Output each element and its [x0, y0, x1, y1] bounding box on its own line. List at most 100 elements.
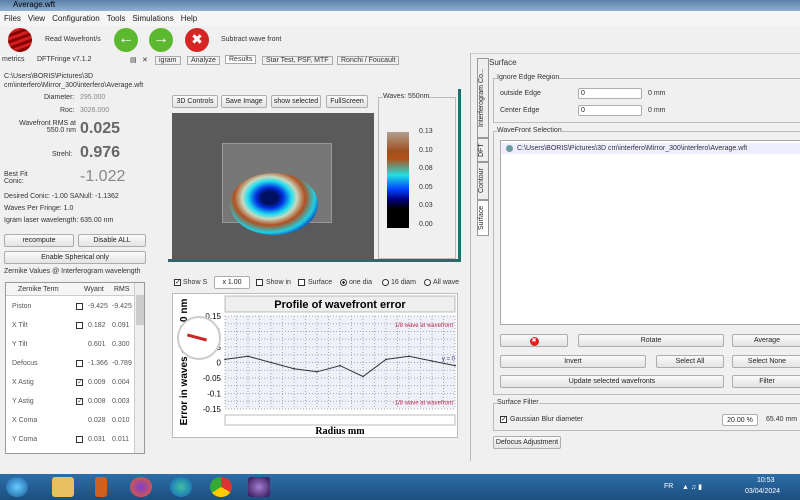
menu-simulations[interactable]: Simulations [132, 14, 173, 23]
tab-results[interactable]: Results [225, 55, 257, 64]
defocus-adjustment-button[interactable]: Defocus Adjustment [493, 436, 561, 449]
16-diam-radio[interactable] [382, 279, 389, 286]
all-wave-radio[interactable] [424, 279, 431, 286]
surface-panel: Surface Ignore Edge Region outside Edge … [470, 53, 800, 461]
table-row[interactable]: X Coma 0.028 0.010 [8, 412, 130, 431]
header-rms[interactable]: RMS [114, 286, 130, 293]
tab-ronchi[interactable]: Ronchi / Foucault [337, 56, 400, 65]
table-row[interactable]: Piston -9.425 -9.425 [8, 298, 132, 317]
language-indicator[interactable]: FR [664, 483, 673, 490]
scale-spinbox[interactable]: x 1.00 [214, 276, 250, 289]
disable-all-button[interactable]: Disable ALL [78, 234, 146, 247]
menu-tools[interactable]: Tools [107, 14, 126, 23]
table-row[interactable]: Y Astig ✓ 0.008 0.003 [8, 393, 130, 412]
table-row[interactable]: Y Coma 0.031 0.011 [8, 431, 130, 450]
read-wavefront-label[interactable]: Read Wavefront/s [45, 36, 101, 43]
float-icon[interactable]: ▤ [130, 56, 137, 64]
show-s-checkbox[interactable]: ✓ [174, 279, 181, 286]
table-row[interactable]: Y Tilt 0.601 0.300 [8, 336, 130, 355]
surface-filter-group: Surface Filter ✓ Gaussian Blur diameter … [493, 399, 800, 431]
show-in-checkbox[interactable] [256, 279, 263, 286]
forward-arrow-icon[interactable]: → [149, 28, 173, 52]
chrome-icon[interactable] [210, 477, 232, 497]
toolbar: Read Wavefront/s ← → ✖ Subtract wave fro… [0, 26, 800, 54]
start-button-icon[interactable] [6, 477, 28, 497]
menu-files[interactable]: Files [4, 14, 21, 23]
scrollbar[interactable] [134, 283, 144, 453]
show-s-label: Show S [183, 279, 208, 286]
back-arrow-icon[interactable]: ← [114, 28, 138, 52]
options-row: ✓ Show S x 1.00 Show in Surface one dia … [170, 276, 460, 290]
term-checkbox[interactable]: ✓ [76, 398, 83, 405]
delete-button[interactable]: ✖ [500, 334, 568, 347]
recompute-button[interactable]: recompute [4, 234, 74, 247]
term-checkbox[interactable] [76, 322, 83, 329]
x-axis-label: Radius mm [315, 426, 365, 437]
laser-wavelength: Igram laser wavelength: 635.00 nm [4, 217, 114, 224]
one-dia-radio[interactable] [340, 279, 347, 286]
close-icon[interactable]: ✕ [142, 56, 148, 64]
term-checkbox[interactable] [76, 436, 83, 443]
y-tick-label: -0.1 [207, 390, 221, 399]
tray-icons[interactable]: ▲ ♫ ▮ [682, 483, 702, 491]
clock-date[interactable]: 03/04/2024 [745, 488, 780, 495]
delete-icon: ✖ [529, 337, 539, 346]
clock-time[interactable]: 10:53 [757, 477, 775, 484]
legend-tick: 0.03 [419, 202, 433, 209]
rotation-dial[interactable] [177, 316, 221, 360]
subtract-close-icon[interactable]: ✖ [185, 28, 209, 52]
edge-icon[interactable] [170, 477, 192, 497]
term-checkbox[interactable] [76, 303, 83, 310]
3d-controls-button[interactable]: 3D Controls [172, 95, 218, 108]
term-name: X Astig [12, 379, 34, 386]
menu-help[interactable]: Help [181, 14, 197, 23]
update-wavefronts-button[interactable]: Update selected wavefronts [500, 375, 724, 388]
subtract-wavefront-label[interactable]: Subtract wave front [221, 36, 281, 43]
profile-chart: Profile of wavefront error Error in waves… [172, 293, 458, 438]
conic-value: -1.022 [80, 168, 126, 185]
table-header: Zernike Term Wyant RMS [6, 283, 136, 296]
tab-interferogram-controls[interactable]: Interferogram Co... [477, 58, 489, 138]
outside-edge-input[interactable]: 0 [578, 88, 642, 99]
tab-dft[interactable]: DFT [477, 138, 489, 162]
average-button[interactable]: Average [732, 334, 800, 347]
media-player-icon[interactable] [95, 477, 107, 497]
dftfringe-icon[interactable] [248, 477, 270, 497]
menu-view[interactable]: View [28, 14, 45, 23]
enable-spherical-button[interactable]: Enable Spherical only [4, 251, 146, 264]
file-explorer-icon[interactable] [52, 477, 74, 497]
tab-analyze[interactable]: Analyze [187, 56, 220, 65]
colorbar [387, 132, 409, 228]
list-item[interactable]: C:\Users\BORIS\Pictures\3D cm\interfero\… [501, 143, 800, 154]
tab-surface[interactable]: Surface [477, 200, 489, 236]
rotate-button[interactable]: Rotate [578, 334, 724, 347]
center-edge-input[interactable]: 0 [578, 105, 642, 116]
tab-igram[interactable]: igram [155, 56, 181, 65]
term-checkbox[interactable] [76, 360, 83, 367]
surface-checkbox[interactable] [298, 279, 305, 286]
table-row[interactable]: X Astig ✓ 0.009 0.004 [8, 374, 130, 393]
wavefront-list[interactable]: C:\Users\BORIS\Pictures\3D cm\interfero\… [500, 140, 800, 325]
table-row[interactable]: X Tilt 0.182 0.091 [8, 317, 130, 336]
tab-star-test[interactable]: Star Test, PSF, MTF [262, 56, 333, 65]
scrollbar-thumb[interactable] [136, 295, 144, 325]
firefox-icon[interactable] [130, 477, 152, 497]
term-checkbox[interactable]: ✓ [76, 379, 83, 386]
filter-button[interactable]: Filter [732, 375, 800, 388]
read-wavefront-icon[interactable] [8, 28, 32, 52]
fullscreen-button[interactable]: FullScreen [326, 95, 368, 108]
surface-3d-plot[interactable] [172, 113, 374, 259]
select-all-button[interactable]: Select All [656, 355, 724, 368]
gaussian-checkbox[interactable]: ✓ [500, 416, 507, 423]
table-row[interactable]: Defocus -1.366 -0.789 [8, 355, 132, 374]
tab-contour[interactable]: Contour [477, 162, 489, 200]
header-term[interactable]: Zernike Term [18, 286, 59, 293]
show-selected-button[interactable]: show selected [271, 95, 321, 108]
select-none-button[interactable]: Select None [732, 355, 800, 368]
save-image-button[interactable]: Save Image [221, 95, 267, 108]
header-wyant[interactable]: Wyant [84, 286, 104, 293]
blur-spinbox[interactable]: 20.00 % [722, 414, 758, 426]
invert-button[interactable]: Invert [500, 355, 646, 368]
wavefront-selection-group: WaveFront Selection C:\Users\BORIS\Pictu… [493, 127, 800, 395]
menu-configuration[interactable]: Configuration [52, 14, 100, 23]
